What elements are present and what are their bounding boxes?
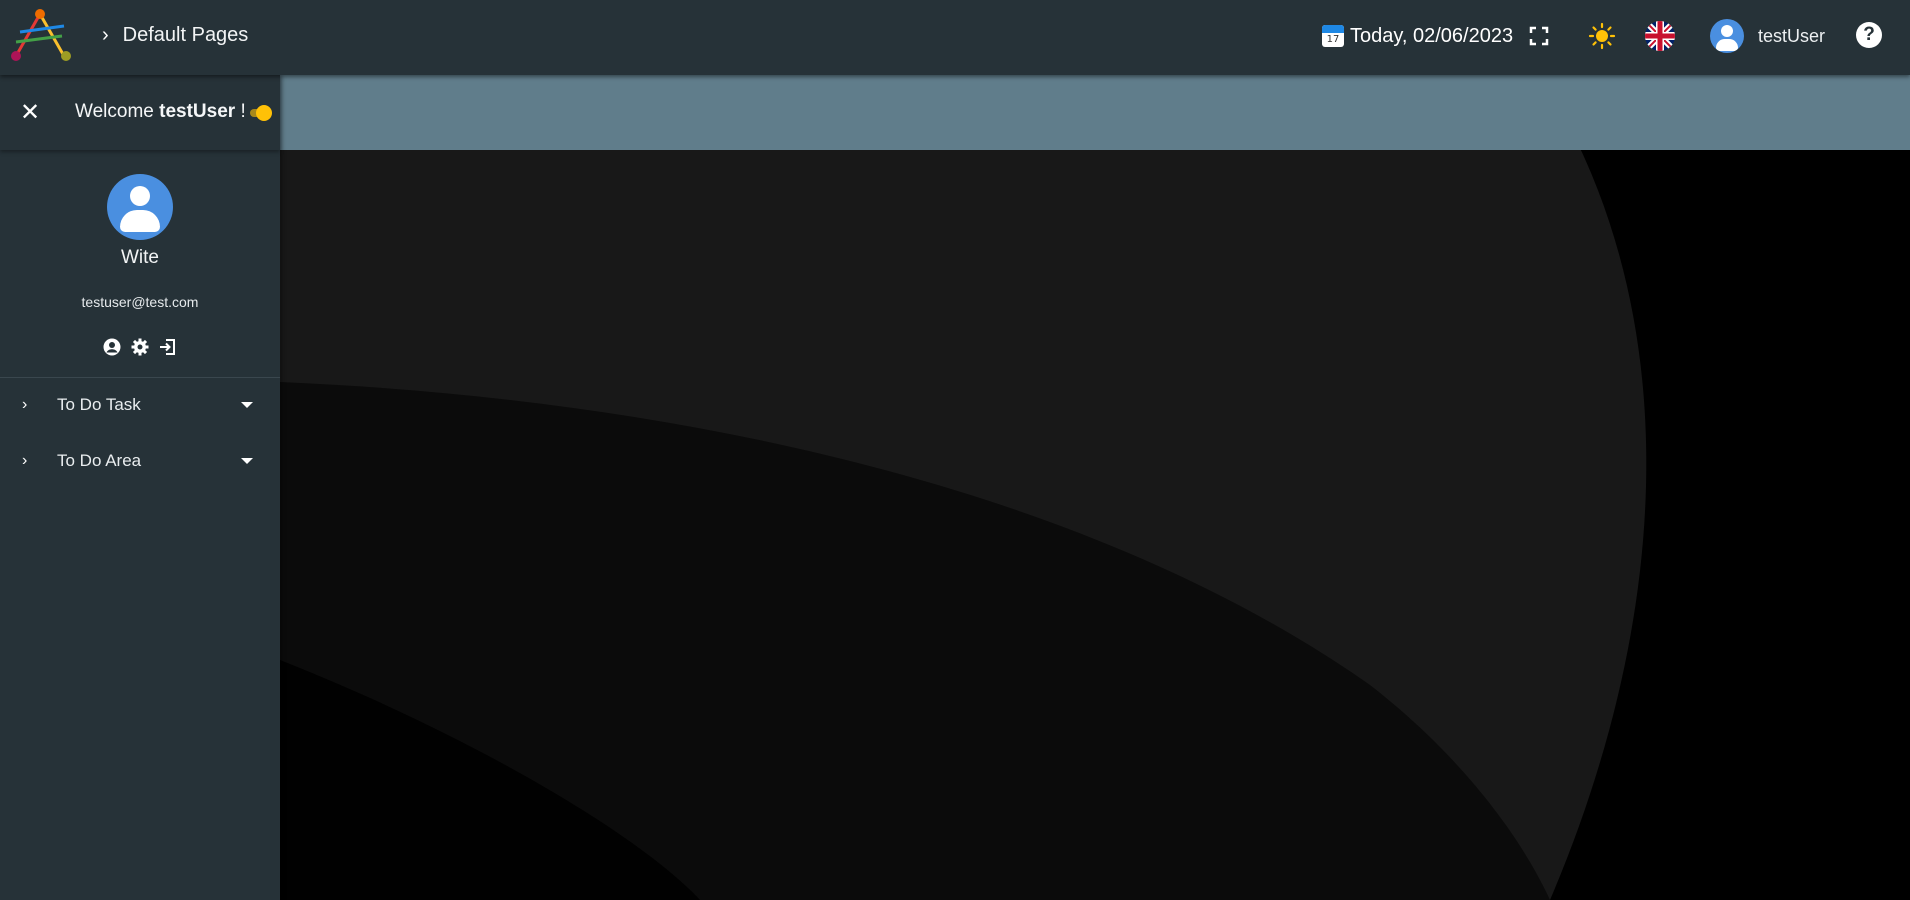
fullscreen-icon (1529, 26, 1549, 46)
calendar-icon: 17 (1322, 25, 1344, 47)
close-icon[interactable]: ✕ (18, 101, 42, 125)
profile-email: testuser@test.com (81, 294, 199, 310)
date-text: Today, 02/06/2023 (1350, 24, 1514, 47)
account-circle-icon[interactable] (103, 338, 121, 356)
profile-avatar-icon (107, 174, 173, 240)
help-icon[interactable]: ? (1856, 22, 1882, 48)
sidebar-header: ✕ Welcome testUser ! (0, 75, 280, 150)
main-content (280, 75, 1910, 900)
fullscreen-button[interactable] (1521, 20, 1557, 52)
page-header-band (280, 75, 1910, 150)
user-name: testUser (1758, 25, 1826, 46)
chevron-right-icon: › (102, 23, 109, 46)
nav-item-todo-area[interactable]: › To Do Area (0, 441, 280, 481)
sidebar: ✕ Welcome testUser ! Wite testuser@test.… (0, 75, 280, 900)
welcome-suffix: ! (235, 101, 246, 122)
background-shapes (280, 75, 1910, 900)
chevron-right-icon: › (22, 452, 28, 469)
uk-flag-icon (1645, 21, 1675, 51)
breadcrumb: › Default Pages (102, 20, 248, 50)
top-bar: › Default Pages 17 Today, 02/06/2023 tes… (0, 0, 1910, 75)
profile-name: Wite (121, 247, 159, 268)
theme-toggle-button[interactable] (1584, 20, 1620, 52)
nav-item-label: To Do Area (57, 451, 142, 470)
nav-item-todo-task[interactable]: › To Do Task (0, 385, 280, 425)
welcome-message: Welcome testUser ! (75, 101, 246, 123)
gear-icon[interactable] (131, 338, 149, 356)
logout-icon[interactable] (159, 338, 177, 356)
sidebar-divider (0, 377, 280, 378)
chevron-right-icon: › (22, 396, 28, 413)
caret-down-icon (241, 458, 253, 464)
welcome-prefix: Welcome (75, 101, 160, 122)
caret-down-icon (241, 402, 253, 408)
date-display: 17 Today, 02/06/2023 (1322, 20, 1513, 52)
nav-item-label: To Do Task (57, 395, 141, 414)
user-avatar-icon (1710, 19, 1744, 53)
welcome-user: testUser (159, 101, 236, 122)
breadcrumb-label[interactable]: Default Pages (123, 24, 249, 47)
app-logo[interactable] (6, 6, 74, 66)
sun-icon (1588, 22, 1616, 50)
language-button[interactable] (1642, 20, 1678, 52)
user-menu[interactable]: testUser (1710, 18, 1825, 54)
profile-actions (0, 338, 280, 356)
sidebar-pin-toggle[interactable] (250, 105, 272, 121)
